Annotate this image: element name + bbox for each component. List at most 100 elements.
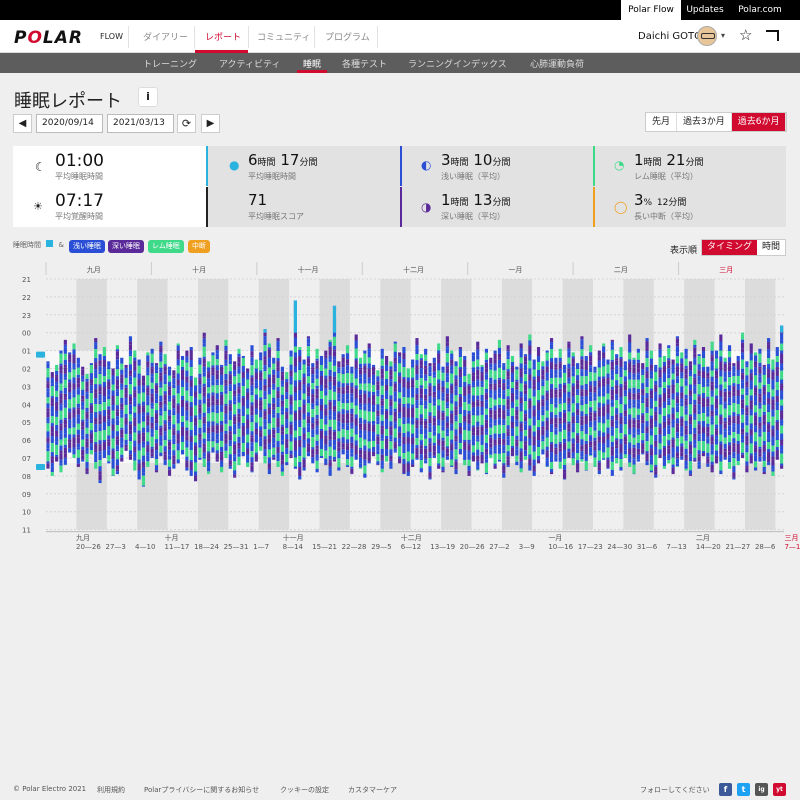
sleep-bar-segment (102, 447, 106, 451)
sleep-bar-segment (376, 454, 380, 457)
sleep-bar-segment (528, 400, 532, 406)
sleep-bar-segment (523, 424, 528, 431)
subnav-training[interactable]: トレーニング (143, 57, 197, 70)
sleep-bar-segment (237, 388, 241, 394)
sleep-bar-segment (563, 384, 567, 390)
polar-flow-link[interactable]: Polar Flow (621, 0, 681, 20)
nav-programs[interactable]: プログラム (325, 30, 370, 43)
sleep-bar-segment (128, 416, 133, 422)
sleep-bar-segment (102, 420, 106, 423)
sleep-bar-segment (367, 343, 371, 349)
sleep-bar-segment (714, 378, 719, 385)
polar-logo[interactable]: POLAR (14, 28, 83, 48)
sleep-bar-segment (402, 347, 406, 354)
sleep-bar-segment (428, 466, 432, 473)
date-from-input[interactable]: 2020/09/14 (36, 114, 103, 133)
sleep-bar-segment (124, 407, 128, 414)
subnav-sleep[interactable]: 睡眠 (303, 57, 321, 70)
legend-chip-interrupt[interactable]: 中断 (188, 240, 210, 253)
sleep-bar-segment (619, 393, 623, 398)
nav-reports[interactable]: レポート (205, 30, 241, 43)
sleep-bar-segment (81, 386, 85, 390)
sleep-bar-segment (441, 370, 445, 373)
sleep-bar-segment (146, 425, 150, 428)
sleep-bar-segment (428, 396, 432, 399)
sleep-bar-segment (584, 423, 588, 430)
sleep-bar (224, 339, 228, 458)
sleep-bar-segment (558, 443, 562, 449)
updates-link[interactable]: Updates (681, 0, 729, 20)
subnav-cardio-load[interactable]: 心肺運動負荷 (530, 57, 584, 70)
sleep-bar-segment (610, 435, 614, 440)
sleep-bar-segment (632, 387, 636, 394)
sleep-bar-segment (558, 348, 562, 352)
sleep-bar-segment (654, 384, 658, 387)
sleep-bar-segment (89, 373, 93, 380)
sleep-bar-segment (567, 348, 571, 352)
sleep-bar-segment (415, 454, 419, 459)
sleep-bar-segment (311, 363, 315, 368)
sleep-bar-segment (289, 416, 293, 422)
sleep-bar-segment (432, 357, 436, 363)
sleep-bar-segment (198, 393, 202, 398)
sleep-bar-segment (233, 401, 237, 405)
user-name[interactable]: Daichi GOTO (638, 31, 702, 42)
sort-timing[interactable]: タイミング (702, 240, 758, 255)
sleep-bar-segment (567, 371, 571, 378)
legend-chip-light[interactable]: 浅い睡眠 (69, 240, 105, 253)
sleep-bar-segment (133, 406, 137, 411)
sleep-bar-segment (137, 433, 141, 440)
sleep-bar-segment (584, 429, 588, 434)
prev-period-button[interactable]: ◀ (13, 114, 32, 133)
sleep-bar-segment (371, 404, 376, 407)
sleep-bar-segment (463, 429, 467, 436)
nav-diary[interactable]: ダイアリー (143, 30, 188, 43)
subnav-tests[interactable]: 各種テスト (342, 57, 387, 70)
sleep-bar-segment (654, 460, 658, 465)
range-last-month[interactable]: 先月 (646, 113, 678, 131)
subnav-activity[interactable]: アクティビティ (219, 57, 280, 70)
sleep-bar-segment (497, 379, 502, 385)
sleep-bar-segment (736, 413, 740, 416)
refresh-icon[interactable]: ⟳ (177, 114, 196, 133)
sleep-bar-segment (163, 386, 167, 392)
sleep-bar (545, 350, 549, 467)
sleep-bar-segment (228, 464, 232, 467)
sleep-bar-segment (124, 399, 128, 405)
sleep-bar-segment (398, 458, 402, 464)
chevron-down-icon[interactable]: ▾ (721, 31, 725, 40)
next-period-button[interactable]: ▶ (201, 114, 220, 133)
sort-duration[interactable]: 時間 (757, 240, 785, 255)
sleep-bar-segment (371, 446, 376, 452)
sleep-bar-segment (332, 439, 337, 446)
sleep-bar-segment (719, 336, 723, 342)
sleep-bar-segment (393, 363, 397, 369)
sleep-bar-segment (68, 399, 72, 403)
sync-icon[interactable] (766, 30, 779, 41)
nav-community[interactable]: コミュニティ (257, 30, 310, 43)
polar-com-link[interactable]: Polar.com (729, 0, 791, 20)
sleep-bar-segment (311, 427, 315, 430)
date-to-input[interactable]: 2021/03/13 (107, 114, 174, 133)
sleep-bar-segment (515, 421, 519, 427)
sleep-bar-segment (632, 464, 636, 468)
sleep-bar-segment (328, 466, 332, 470)
legend-chip-rem[interactable]: レム睡眠 (148, 240, 184, 253)
range-3-months[interactable]: 過去3か月 (677, 113, 732, 131)
sleep-bar-segment (250, 405, 254, 412)
sleep-bar-segment (72, 414, 76, 418)
sleep-bar (354, 334, 358, 460)
avatar[interactable] (697, 26, 717, 46)
info-icon[interactable]: i (138, 87, 158, 107)
sleep-bar-segment (289, 430, 293, 435)
sleep-bar-segment (528, 425, 532, 429)
subnav-running-index[interactable]: ランニングインデックス (408, 57, 507, 70)
range-6-months[interactable]: 過去6か月 (731, 113, 787, 131)
sleep-bar-segment (675, 386, 680, 393)
star-icon[interactable]: ☆ (739, 27, 752, 43)
sleep-bar-segment (250, 397, 254, 403)
sleep-bar (280, 366, 284, 476)
legend-chip-deep[interactable]: 深い睡眠 (108, 240, 144, 253)
sleep-bar-segment (476, 379, 480, 382)
sleep-bar-segment (563, 364, 567, 370)
